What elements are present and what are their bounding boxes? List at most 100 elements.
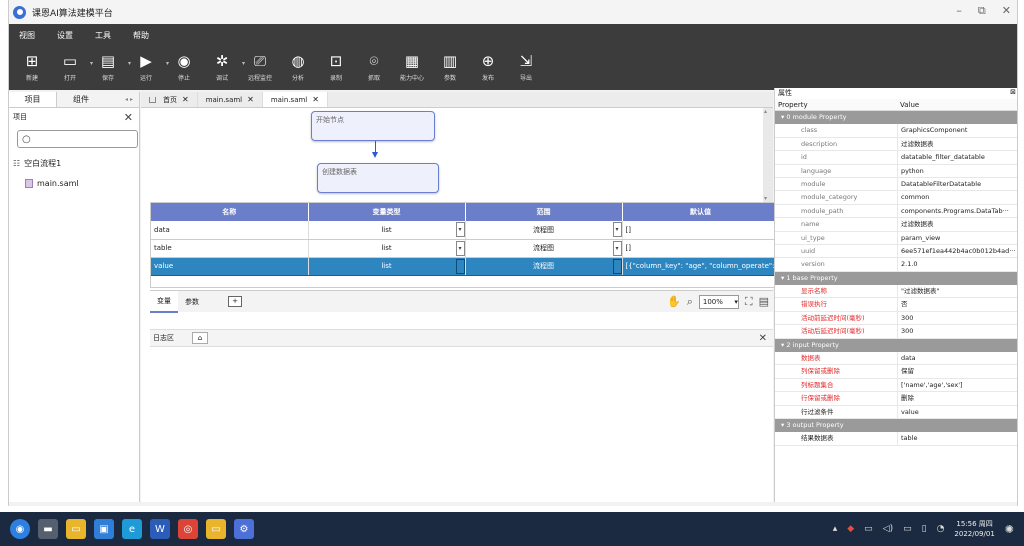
- modeling-app-icon[interactable]: ⚙: [234, 519, 254, 539]
- property-value[interactable]: 2.1.0: [897, 258, 1017, 271]
- minimize-icon[interactable]: –: [956, 4, 962, 18]
- property-value[interactable]: value: [897, 405, 1017, 418]
- var-scope-select[interactable]: 流程图 ▾: [465, 239, 623, 258]
- property-value[interactable]: ['name','age','sex']: [897, 378, 1017, 392]
- property-row[interactable]: 错误执行 否: [775, 298, 1017, 312]
- save-button[interactable]: ▤ 保存 ▾: [89, 51, 131, 82]
- property-value[interactable]: 过滤数据表: [897, 137, 1017, 151]
- var-default-cell[interactable]: []: [622, 221, 780, 240]
- property-row[interactable]: 显示名称 "过滤数据表": [775, 285, 1017, 299]
- property-row[interactable]: 结果数据表 table: [775, 432, 1017, 446]
- property-row[interactable]: 活动前延迟时间(毫秒) 300: [775, 311, 1017, 326]
- canvas-scrollbar[interactable]: ▴ ▾: [764, 108, 772, 202]
- var-type-select[interactable]: list ▾: [308, 221, 466, 240]
- property-row[interactable]: module DatatableFilterDatatable: [775, 177, 1017, 192]
- start-icon[interactable]: ◉: [10, 519, 30, 539]
- tree-item-flow[interactable]: ☷ 空白流程1: [13, 158, 139, 169]
- property-value[interactable]: DatatableFilterDatatable: [897, 177, 1017, 191]
- tab-variables[interactable]: 变量: [150, 290, 178, 313]
- property-value[interactable]: 300: [897, 311, 1017, 325]
- menu-tools[interactable]: 工具: [95, 30, 111, 41]
- property-row[interactable]: 行保留或删除 删除: [775, 392, 1017, 406]
- var-scope-select[interactable]: 流程图 ▾: [465, 221, 623, 240]
- tab-components[interactable]: 组件: [57, 92, 105, 107]
- volume-icon[interactable]: ◁): [883, 524, 893, 534]
- tab-home[interactable]: 首页 ✕: [141, 92, 198, 107]
- var-type-select[interactable]: list: [308, 257, 466, 276]
- var-name-cell[interactable]: value: [151, 257, 309, 276]
- run-button[interactable]: ▶ 运行 ▾: [127, 51, 169, 82]
- table-row-selected[interactable]: value list 流程图 [{"column_key": "age", "c…: [151, 257, 780, 276]
- var-name-cell[interactable]: table: [151, 239, 309, 258]
- chevron-down-icon[interactable]: [455, 258, 464, 274]
- word-icon[interactable]: W: [150, 519, 170, 539]
- property-value[interactable]: param_view: [897, 231, 1017, 244]
- hand-icon[interactable]: ✋: [667, 295, 681, 308]
- property-value[interactable]: datatable_filter_datatable: [897, 151, 1017, 164]
- chat-icon[interactable]: ▭: [864, 524, 873, 534]
- property-row[interactable]: description 过滤数据表: [775, 137, 1017, 152]
- property-value[interactable]: data: [897, 352, 1017, 365]
- var-type-select[interactable]: list ▾: [308, 239, 466, 258]
- debug-button[interactable]: ✲ 调试 ▾: [203, 51, 245, 82]
- property-row[interactable]: 活动后延迟时间(毫秒) 300: [775, 325, 1017, 339]
- col-header-name[interactable]: 名称: [151, 203, 309, 221]
- close-window-icon[interactable]: ✕: [1002, 4, 1011, 18]
- store-icon[interactable]: ▣: [94, 519, 114, 539]
- property-value[interactable]: 否: [897, 298, 1017, 311]
- close-panel-icon[interactable]: ✕: [124, 111, 133, 124]
- stop-button[interactable]: ◉ 停止: [165, 51, 203, 82]
- close-tab-icon[interactable]: ✕: [182, 92, 189, 108]
- property-section[interactable]: ▾ 2 input Property: [775, 338, 1017, 353]
- flow-node-start[interactable]: 开始节点: [311, 111, 435, 141]
- var-scope-select[interactable]: 流程图: [465, 257, 623, 276]
- var-default-cell[interactable]: [{"column_key": "age", "column_operate":…: [622, 257, 780, 276]
- property-row[interactable]: module_category common: [775, 191, 1017, 205]
- edge-icon[interactable]: e: [122, 519, 142, 539]
- property-value[interactable]: 删除: [897, 392, 1017, 405]
- folder-icon[interactable]: ▭: [206, 519, 226, 539]
- menu-help[interactable]: 帮助: [133, 30, 149, 41]
- property-row[interactable]: 列保留或删除 保留: [775, 365, 1017, 379]
- tab-main-saml-active[interactable]: main.saml ✕: [262, 92, 328, 108]
- clear-log-button[interactable]: ⌂: [192, 332, 208, 344]
- property-row[interactable]: class GraphicsComponent: [775, 124, 1017, 138]
- battery-icon[interactable]: ▯: [922, 524, 927, 534]
- chevron-down-icon[interactable]: [612, 258, 621, 274]
- notification-icon[interactable]: ✺: [1005, 523, 1014, 536]
- property-row[interactable]: 行过滤条件 value: [775, 405, 1017, 419]
- property-value[interactable]: 300: [897, 325, 1017, 338]
- remote-monitor-button[interactable]: ⎚ 远程监控: [241, 51, 279, 82]
- var-default-cell[interactable]: []: [622, 239, 780, 258]
- overview-icon[interactable]: ▤: [759, 295, 769, 308]
- tab-parameters[interactable]: 参数: [178, 292, 206, 312]
- search-input[interactable]: ○: [17, 130, 138, 148]
- capability-center-button[interactable]: ▦ 能力中心: [393, 51, 431, 82]
- property-row[interactable]: 列标题集合 ['name','age','sex']: [775, 378, 1017, 393]
- property-value[interactable]: table: [897, 432, 1017, 445]
- close-tab-icon[interactable]: ✕: [312, 92, 319, 108]
- property-section[interactable]: ▾ 1 base Property: [775, 271, 1017, 286]
- property-value[interactable]: python: [897, 164, 1017, 177]
- add-variable-button[interactable]: +: [228, 296, 242, 307]
- property-row[interactable]: name 过滤数据表: [775, 218, 1017, 232]
- table-row[interactable]: data list ▾ 流程图 ▾ []: [151, 221, 780, 240]
- menu-view[interactable]: 视图: [19, 30, 35, 41]
- zoom-select[interactable]: 100% ▾: [698, 294, 739, 309]
- task-view-icon[interactable]: ▬: [38, 519, 58, 539]
- chevron-up-icon[interactable]: ▴: [833, 524, 838, 534]
- security-icon[interactable]: ◆: [847, 524, 854, 534]
- close-panel-icon[interactable]: ⊠: [1010, 88, 1016, 99]
- log-area[interactable]: [150, 347, 773, 502]
- chevron-down-icon[interactable]: ▾: [455, 222, 464, 237]
- col-header-type[interactable]: 变量类型: [308, 203, 466, 221]
- property-row[interactable]: language python: [775, 164, 1017, 178]
- property-value[interactable]: 过滤数据表: [897, 218, 1017, 231]
- property-section[interactable]: ▾ 0 module Property: [775, 111, 1017, 125]
- col-header-default[interactable]: 默认值: [622, 203, 780, 221]
- chrome-icon[interactable]: ◎: [178, 519, 198, 539]
- property-value[interactable]: components.Programs.DataTab···: [897, 204, 1017, 218]
- capture-button[interactable]: ⌾ 抓取: [355, 51, 393, 82]
- property-row[interactable]: module_path components.Programs.DataTab··…: [775, 204, 1017, 219]
- chevron-down-icon[interactable]: ▾: [612, 222, 621, 237]
